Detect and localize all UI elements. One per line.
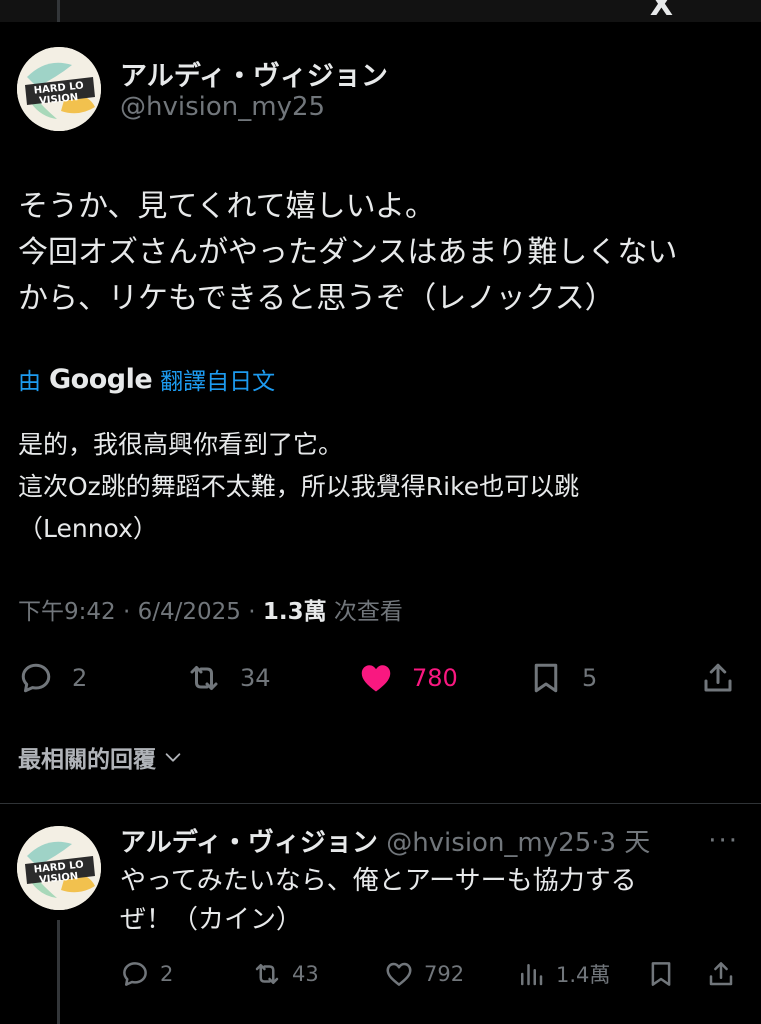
- tweet-meta: 下午9:42 · 6/4/2025 · 1.3萬 次查看: [18, 592, 403, 626]
- like-button[interactable]: 780: [358, 658, 458, 698]
- reply-button[interactable]: 2: [18, 658, 87, 698]
- author-name[interactable]: アルディ・ヴィジョン: [120, 54, 388, 93]
- view-count: 1.3萬: [262, 599, 327, 625]
- author-handle[interactable]: @hvision_my25: [120, 92, 325, 122]
- reply-share-button[interactable]: [706, 956, 736, 992]
- heart-icon: [386, 962, 412, 986]
- retweet-icon: [255, 964, 279, 984]
- reply-count: 2: [72, 664, 88, 692]
- translated-text-line: （Lennox）: [18, 514, 158, 543]
- avatar-logo-icon: HARD LO VISION: [17, 826, 101, 910]
- share-icon: [704, 663, 732, 692]
- reply-icon: [21, 663, 51, 693]
- chevron-down-icon: [165, 753, 181, 762]
- like-count: 780: [412, 664, 458, 692]
- translate-source-label[interactable]: 翻譯自日文: [160, 362, 275, 396]
- reply-text-line: やってみたいなら、俺とアーサーも協力する: [120, 866, 637, 896]
- google-logo: Google: [49, 363, 153, 395]
- view-count-label: 次查看: [326, 599, 403, 625]
- reply-text-line: ぜ！（カイン）: [120, 905, 303, 935]
- x-logo-icon: X: [649, 0, 673, 23]
- translation-attribution[interactable]: 由 Google 翻譯自日文: [18, 362, 275, 396]
- replies-sort-label: 最相關的回覆: [18, 747, 156, 773]
- reply-bookmark-button[interactable]: [646, 956, 676, 992]
- reply-author-handle[interactable]: @hvision_my25·3 天: [386, 828, 650, 858]
- heart-filled-icon: [361, 665, 391, 692]
- translated-text: 是的，我很高興你看到了它。 這次Oz跳的舞蹈不太難，所以我覺得Rike也可以跳 …: [18, 424, 748, 550]
- reply-retweet-count: 43: [292, 962, 319, 986]
- bookmark-icon: [534, 663, 558, 693]
- tweet-text-line: そうか、見てくれて嬉しいよ。: [18, 189, 435, 224]
- analytics-icon: [521, 964, 543, 986]
- top-bar: X: [0, 0, 761, 23]
- reply-view-count: 1.4萬: [556, 963, 611, 987]
- tweet-timestamp[interactable]: 下午9:42 · 6/4/2025 ·: [18, 599, 263, 625]
- reply-author-name[interactable]: アルディ・ヴィジョン: [120, 828, 378, 858]
- tweet-text: そうか、見てくれて嬉しいよ。 今回オズさんがやったダンスはあまり難しくない から…: [18, 184, 748, 322]
- reply-retweet-button[interactable]: 43: [252, 956, 319, 992]
- avatar[interactable]: HARD LO VISION: [17, 47, 101, 131]
- avatar-logo-icon: HARD LO VISION: [17, 47, 101, 131]
- retweet-count: 34: [240, 664, 271, 692]
- translated-text-line: 是的，我很高興你看到了它。: [18, 430, 344, 459]
- reply-text: やってみたいなら、俺とアーサーも協力する ぜ！（カイン）: [120, 862, 740, 940]
- bookmark-count: 5: [582, 664, 598, 692]
- bookmark-button[interactable]: 5: [528, 658, 597, 698]
- divider: [0, 803, 761, 804]
- reply-header: アルディ・ヴィジョン @hvision_my25·3 天: [120, 822, 650, 859]
- reply-reply-button[interactable]: 2: [120, 956, 173, 992]
- reply-like-button[interactable]: 792: [384, 956, 464, 992]
- translate-prefix: 由: [18, 369, 41, 395]
- more-options-icon[interactable]: ···: [708, 826, 739, 856]
- thread-connector-line: [57, 0, 60, 22]
- reply-reply-count: 2: [160, 962, 174, 986]
- share-button[interactable]: [700, 658, 736, 698]
- reply-icon: [123, 962, 147, 986]
- share-icon: [709, 962, 733, 986]
- bookmark-icon: [651, 962, 671, 986]
- reply-like-count: 792: [424, 962, 465, 986]
- retweet-icon: [190, 666, 218, 690]
- thread-connector-line: [57, 920, 60, 1024]
- reply-avatar[interactable]: HARD LO VISION: [17, 826, 101, 910]
- reply-views-button[interactable]: 1.4萬: [516, 956, 610, 992]
- translated-text-line: 這次Oz跳的舞蹈不太難，所以我覺得Rike也可以跳: [18, 472, 580, 501]
- tweet-text-line: から、リケもできると思うぞ（レノックス）: [18, 281, 615, 316]
- replies-sort-dropdown[interactable]: 最相關的回覆: [18, 740, 184, 774]
- retweet-button[interactable]: 34: [186, 658, 271, 698]
- tweet-text-line: 今回オズさんがやったダンスはあまり難しくない: [18, 235, 678, 270]
